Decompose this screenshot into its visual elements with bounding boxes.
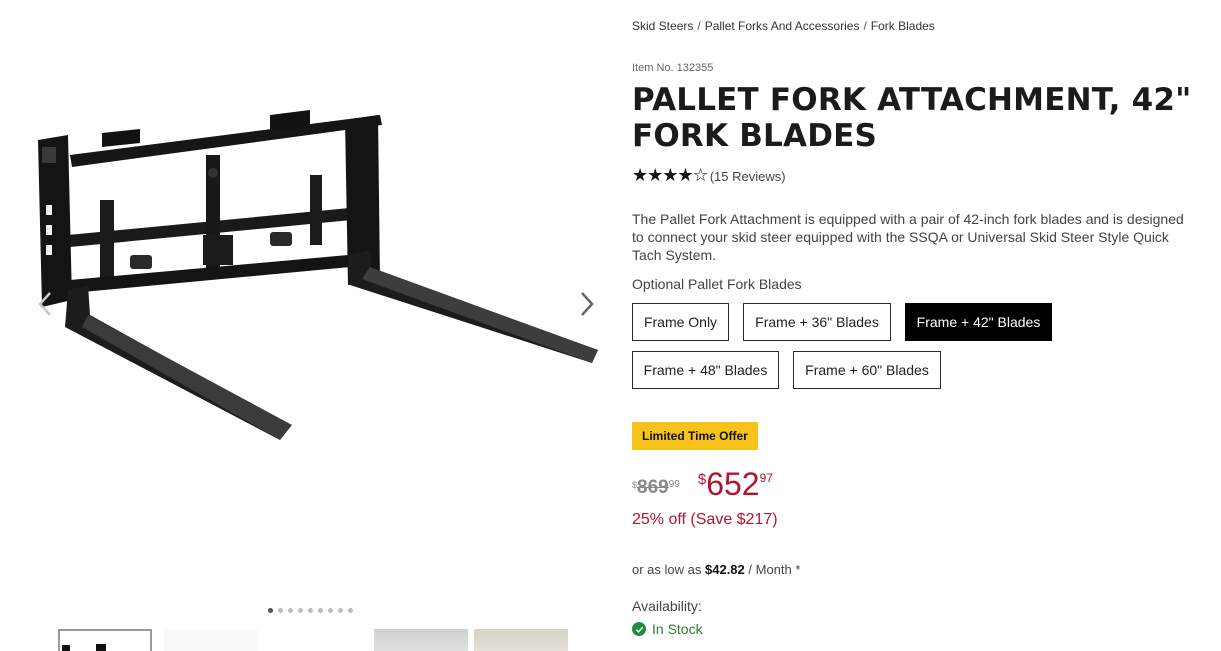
currency-symbol: $ (697, 471, 707, 488)
product-description: The Pallet Fork Attachment is equipped w… (632, 211, 1184, 263)
breadcrumb-link-fork-blades[interactable]: Fork Blades (871, 19, 935, 33)
stock-status: In Stock (632, 621, 703, 637)
gallery-dot[interactable] (328, 608, 333, 613)
financing-amount: $42.82 (705, 562, 745, 577)
option-60-blades[interactable]: Frame + 60" Blades (793, 351, 941, 389)
option-42-blades[interactable]: Frame + 42" Blades (905, 303, 1052, 341)
gallery-dots (268, 608, 353, 613)
breadcrumb-separator: / (863, 19, 867, 33)
thumbnail-4[interactable] (474, 629, 568, 651)
savings-text: 25% off (Save $217) (632, 511, 778, 528)
option-36-blades[interactable]: Frame + 36" Blades (743, 303, 891, 341)
gallery-next-button[interactable] (574, 284, 600, 324)
original-price-cents: 99 (668, 479, 680, 490)
item-number: Item No. 132355 (632, 62, 714, 74)
options-label: Optional Pallet Fork Blades (632, 276, 802, 292)
reviews-link[interactable]: (15 Reviews) (710, 169, 786, 184)
breadcrumb-separator: / (697, 19, 701, 33)
gallery-dot[interactable] (268, 608, 273, 613)
financing-text: or as low as $42.82 / Month * (632, 562, 800, 577)
gallery-prev-button[interactable] (32, 284, 58, 324)
gallery-dot[interactable] (338, 608, 343, 613)
gallery-dot[interactable] (298, 608, 303, 613)
option-48-blades[interactable]: Frame + 48" Blades (632, 351, 779, 389)
original-price-dollars: 869 (637, 477, 669, 498)
original-price: $ 869 99 (632, 477, 680, 499)
check-circle-icon (632, 622, 646, 636)
thumbnail-2[interactable] (164, 629, 258, 651)
chevron-right-icon (581, 292, 594, 316)
breadcrumb: Skid Steers / Pallet Forks And Accessories… (632, 19, 935, 33)
sale-price-dollars: 652 (706, 466, 760, 502)
gallery-dot[interactable] (308, 608, 313, 613)
financing-prefix: or as low as (632, 562, 702, 577)
gallery-dot[interactable] (278, 608, 283, 613)
price: $ 869 99 $ 652 97 (632, 466, 773, 502)
thumbnail-3[interactable] (374, 629, 468, 651)
product-title: PALLET FORK ATTACHMENT, 42" FORK BLADES (632, 82, 1192, 154)
stock-status-text: In Stock (652, 621, 703, 637)
product-gallery (0, 0, 620, 651)
product-rating[interactable]: ★★★★☆ (15 Reviews) (632, 167, 786, 185)
availability-label: Availability: (632, 598, 702, 614)
breadcrumb-link-skid-steers[interactable]: Skid Steers (632, 19, 693, 33)
sale-price: $ 652 97 (698, 466, 773, 502)
breadcrumb-link-pallet-forks[interactable]: Pallet Forks And Accessories (705, 19, 860, 33)
option-frame-only[interactable]: Frame Only (632, 303, 729, 341)
product-image[interactable] (30, 95, 605, 455)
gallery-thumbnails (58, 629, 580, 651)
thumbnail-1[interactable] (58, 629, 152, 651)
gallery-dot[interactable] (318, 608, 323, 613)
gallery-dot[interactable] (288, 608, 293, 613)
chevron-left-icon (38, 292, 51, 316)
sale-price-cents: 97 (759, 471, 773, 485)
gallery-dot[interactable] (348, 608, 353, 613)
limited-offer-badge: Limited Time Offer (632, 422, 758, 450)
financing-suffix: / Month * (748, 562, 801, 577)
star-rating-icon: ★★★★☆ (632, 165, 709, 186)
